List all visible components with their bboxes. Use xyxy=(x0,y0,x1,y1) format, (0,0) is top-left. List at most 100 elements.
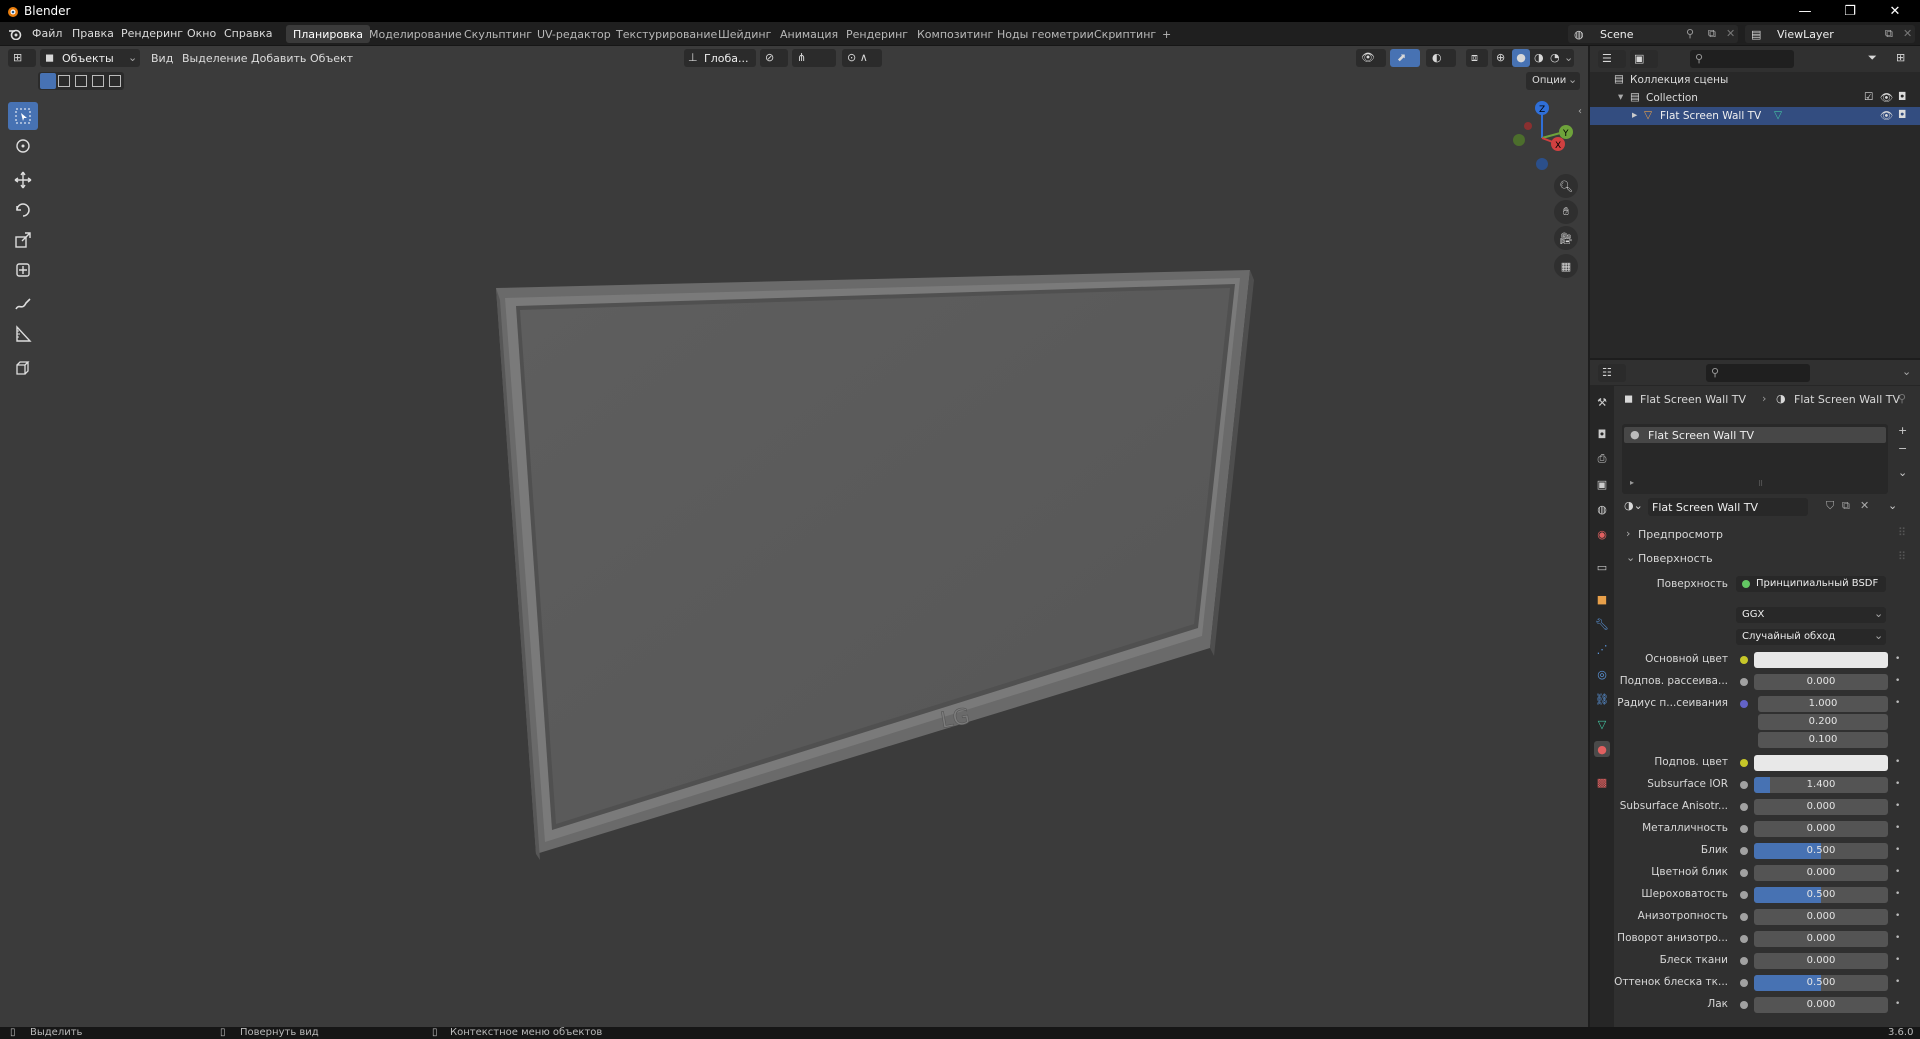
roughness-field[interactable]: 0.500 xyxy=(1754,887,1888,903)
camera-icon[interactable]: ◘ xyxy=(1898,91,1906,103)
minimize-icon[interactable]: — xyxy=(1785,0,1825,22)
resize-handle-icon[interactable]: ⠿ xyxy=(1758,480,1763,488)
tab-scene[interactable]: ◍ xyxy=(1594,501,1610,517)
distribution-dropdown[interactable]: GGX ⌄ xyxy=(1736,607,1886,623)
material-slot-item[interactable]: ● Flat Screen Wall TV xyxy=(1624,427,1886,443)
keyframe-icon[interactable]: • xyxy=(1895,779,1900,789)
tab-object[interactable]: ■ xyxy=(1594,591,1610,607)
gizmo-neg-z-axis[interactable] xyxy=(1536,158,1548,170)
tab-output[interactable]: ⎙ xyxy=(1594,451,1610,467)
remove-slot-icon[interactable]: − xyxy=(1898,442,1907,455)
socket-dot-icon[interactable] xyxy=(1740,759,1748,767)
subsurface-radius-x-field[interactable]: 1.000 xyxy=(1758,696,1888,712)
keyframe-icon[interactable]: • xyxy=(1895,999,1900,1009)
close-icon[interactable]: ✕ xyxy=(1875,0,1915,22)
specular-tint-field[interactable]: 0.000 xyxy=(1754,865,1888,881)
material-browse-icon[interactable]: ◑⌄ xyxy=(1624,499,1643,512)
add-workspace-button[interactable]: + xyxy=(1155,25,1178,43)
rendered-shading-icon[interactable]: ◔ xyxy=(1550,51,1560,64)
add-slot-icon[interactable]: + xyxy=(1898,424,1907,437)
tab-rendering[interactable]: Рендеринг xyxy=(839,25,915,43)
solid-shading-icon[interactable]: ● xyxy=(1512,49,1530,67)
material-shading-icon[interactable]: ◑ xyxy=(1534,51,1544,64)
socket-dot-icon[interactable] xyxy=(1740,700,1748,708)
tab-constraints[interactable]: ⛓ xyxy=(1594,691,1610,707)
surface-shader-field[interactable]: Принципиальный BSDF xyxy=(1736,576,1886,592)
navigation-gizmo[interactable]: Z Y X xyxy=(1500,96,1580,176)
subsurface-ior-field[interactable]: 1.400 xyxy=(1754,777,1888,793)
visibility-dropdown[interactable]: 👁 xyxy=(1356,49,1386,67)
proportional-edit-dropdown[interactable]: ⊙ ∧ xyxy=(842,49,882,67)
delete-scene-icon[interactable]: ✕ xyxy=(1726,27,1735,40)
mesh-data-icon[interactable]: ▽ xyxy=(1774,109,1782,121)
editor-type-button[interactable]: ⊞ xyxy=(8,49,36,67)
menu-select[interactable]: Выделение xyxy=(182,52,248,65)
tab-modifiers[interactable]: 🔧︎ xyxy=(1594,616,1610,632)
socket-dot-icon[interactable] xyxy=(1740,678,1748,686)
camera-icon[interactable]: ◘ xyxy=(1898,109,1906,121)
menu-object[interactable]: Объект xyxy=(310,52,353,65)
sheen-tint-field[interactable]: 0.500 xyxy=(1754,975,1888,991)
gizmo-neg-x-axis[interactable] xyxy=(1524,122,1532,130)
sheen-field[interactable]: 0.000 xyxy=(1754,953,1888,969)
outliner-search-input[interactable]: ⚲ xyxy=(1690,50,1794,68)
pin-icon[interactable]: ⚲ xyxy=(1898,392,1906,405)
pin-icon[interactable]: ⚲ xyxy=(1686,27,1694,40)
viewlayer-selector[interactable]: ▤ ViewLayer ⧉ ✕ xyxy=(1745,25,1915,43)
keyframe-icon[interactable]: • xyxy=(1895,911,1900,921)
keyframe-icon[interactable]: • xyxy=(1895,676,1900,686)
expand-arrow-icon[interactable]: ▸ xyxy=(1630,478,1634,487)
socket-dot-icon[interactable] xyxy=(1740,656,1748,664)
camera-view-button[interactable]: 🎥︎ xyxy=(1554,226,1578,250)
eye-icon[interactable]: 👁 xyxy=(1880,109,1893,122)
socket-dot-icon[interactable] xyxy=(1740,825,1748,833)
socket-dot-icon[interactable] xyxy=(1740,935,1748,943)
properties-search-input[interactable]: ⚲ xyxy=(1706,364,1810,382)
tab-shading[interactable]: Шейдинг xyxy=(711,25,778,43)
expand-arrow-icon[interactable]: ▾ xyxy=(1618,91,1623,103)
checkbox-icon[interactable]: ☑ xyxy=(1864,91,1873,103)
subsurface-radius-z-field[interactable]: 0.100 xyxy=(1758,732,1888,748)
tab-texture[interactable]: ▩ xyxy=(1594,774,1610,790)
tab-collection[interactable]: ▭ xyxy=(1594,559,1610,575)
properties-editor-type[interactable]: ☷ xyxy=(1598,364,1626,382)
new-scene-icon[interactable]: ⧉ xyxy=(1708,27,1716,41)
socket-dot-icon[interactable] xyxy=(1740,1001,1748,1009)
socket-dot-icon[interactable] xyxy=(1740,979,1748,987)
chevron-down-icon[interactable]: ⌄ xyxy=(1902,365,1911,378)
tab-texture-paint[interactable]: Текстурирование xyxy=(609,25,724,43)
socket-dot-icon[interactable] xyxy=(1740,781,1748,789)
anisotropic-rotation-field[interactable]: 0.000 xyxy=(1754,931,1888,947)
tab-modeling[interactable]: Моделирование xyxy=(362,25,469,43)
display-mode-dropdown[interactable]: ▣ xyxy=(1630,50,1658,68)
zoom-view-button[interactable]: 🔍︎ xyxy=(1554,174,1578,198)
perspective-toggle-button[interactable]: ▦ xyxy=(1554,254,1578,278)
menu-edit[interactable]: Правка xyxy=(72,27,114,40)
keyframe-icon[interactable]: • xyxy=(1895,955,1900,965)
pan-view-button[interactable]: ✋︎ xyxy=(1554,200,1578,224)
xray-toggle[interactable]: ⧈ xyxy=(1466,49,1488,67)
outliner-editor-type[interactable]: ☰ xyxy=(1598,50,1626,68)
menu-file[interactable]: Файл xyxy=(32,27,62,40)
snap-dropdown[interactable]: ⋔ xyxy=(792,49,836,67)
socket-dot-icon[interactable] xyxy=(1740,913,1748,921)
keyframe-icon[interactable]: • xyxy=(1895,845,1900,855)
keyframe-icon[interactable]: • xyxy=(1895,977,1900,987)
eye-icon[interactable]: 👁 xyxy=(1880,91,1893,104)
tab-tool[interactable]: ⚒ xyxy=(1594,394,1610,410)
material-slot-list[interactable]: ● Flat Screen Wall TV ▸ ⠿ xyxy=(1622,424,1888,494)
outliner-row-collection[interactable]: ▾ ▤ Collection ☑ 👁 ◘ xyxy=(1590,89,1920,107)
drag-handle-icon[interactable]: ⠿ xyxy=(1898,526,1906,539)
tab-render[interactable]: ◘ xyxy=(1594,426,1610,442)
socket-dot-icon[interactable] xyxy=(1740,847,1748,855)
new-collection-icon[interactable]: ⊞ xyxy=(1896,51,1905,64)
menu-help[interactable]: Справка xyxy=(224,27,272,40)
tab-geometry-nodes[interactable]: Ноды геометрии xyxy=(990,25,1101,43)
subsurface-anisotropy-field[interactable]: 0.000 xyxy=(1754,799,1888,815)
socket-dot-icon[interactable] xyxy=(1740,869,1748,877)
overlays-toggle[interactable]: ◐ xyxy=(1426,49,1456,67)
menu-add[interactable]: Добавить xyxy=(251,52,306,65)
tab-scripting[interactable]: Скриптинг xyxy=(1087,25,1163,43)
socket-dot-icon[interactable] xyxy=(1740,803,1748,811)
wireframe-shading-icon[interactable]: ⊕ xyxy=(1496,51,1505,64)
